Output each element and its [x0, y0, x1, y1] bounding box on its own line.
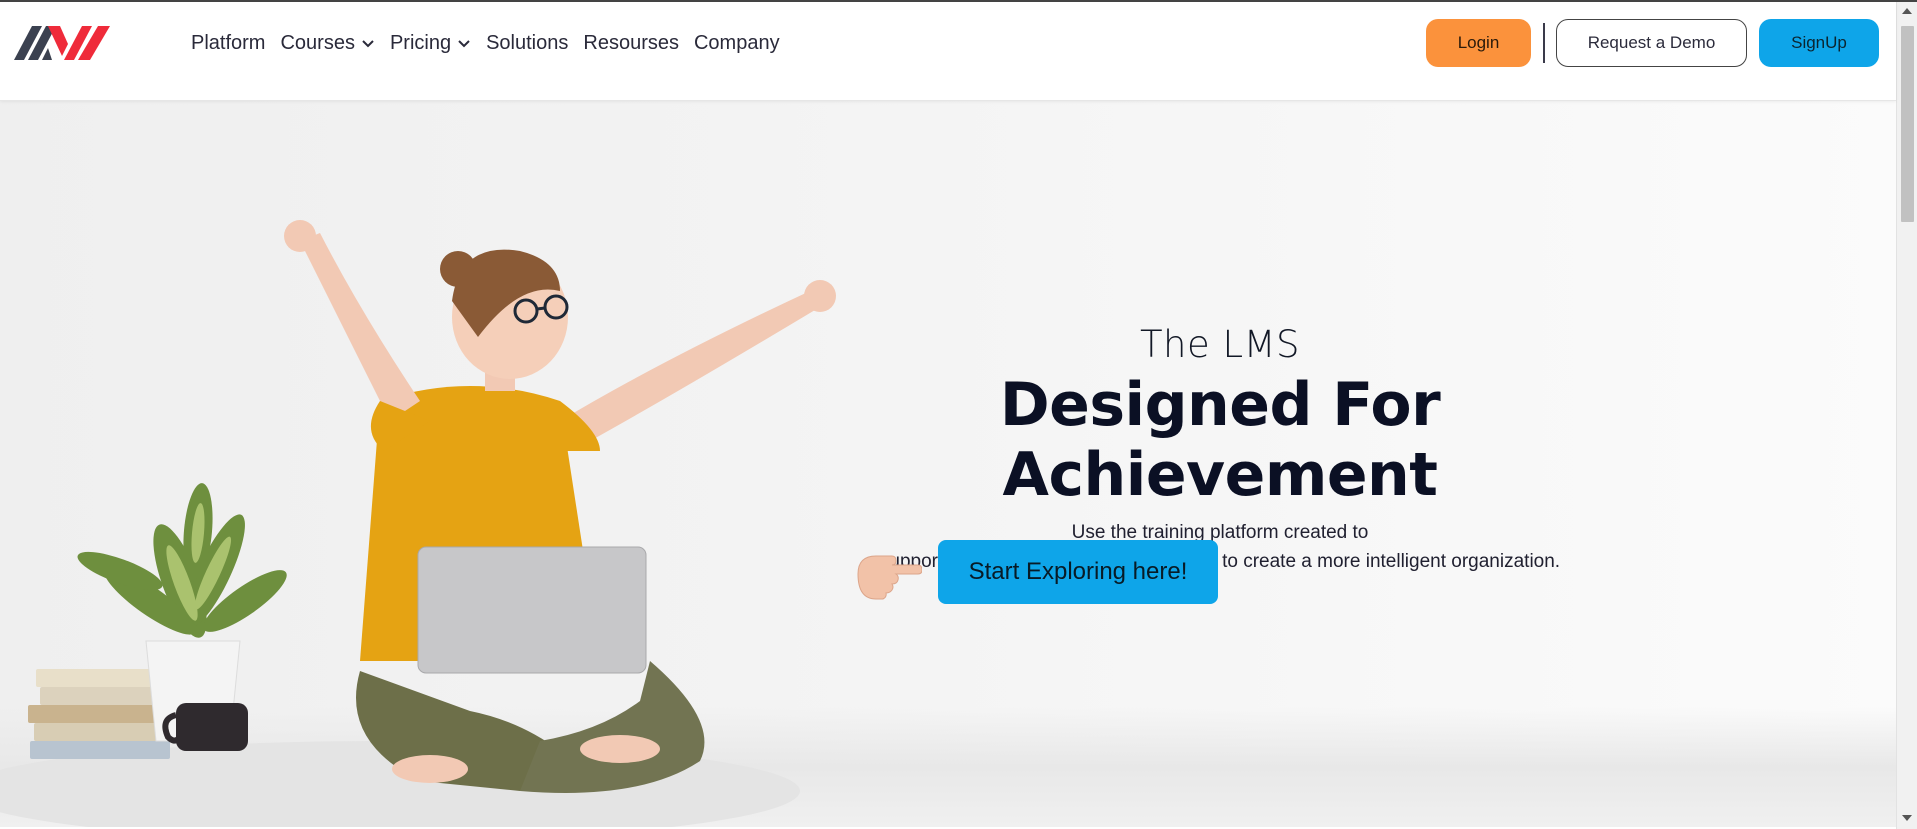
nav-item-courses[interactable]: Courses	[280, 32, 374, 55]
nav-item-label: Courses	[280, 31, 355, 54]
hero-eyebrow: The LMS	[1139, 323, 1301, 366]
start-exploring-button[interactable]: Start Exploring here!	[938, 540, 1218, 604]
pointing-hand-icon	[857, 555, 922, 600]
request-demo-button[interactable]: Request a Demo	[1556, 19, 1747, 67]
cta-row: Start Exploring here!	[852, 540, 1218, 604]
hero-section: The LMS Designed For Achievement Use the…	[0, 101, 1896, 827]
chevron-down-icon	[458, 40, 470, 48]
header-divider	[1543, 23, 1545, 63]
nav-item-platform[interactable]: Platform	[191, 32, 265, 55]
nav-item-label: Company	[693, 31, 780, 54]
login-button[interactable]: Login	[1426, 19, 1531, 67]
scroll-up-arrow-icon[interactable]	[1902, 8, 1912, 14]
site-header: Platform Courses Pricing Solutions Resou…	[0, 2, 1896, 101]
page-scrollbar[interactable]	[1896, 2, 1917, 829]
nav-item-pricing[interactable]: Pricing	[390, 32, 471, 55]
nav-item-solutions[interactable]: Solutions	[486, 32, 568, 55]
signup-button[interactable]: SignUp	[1759, 19, 1879, 67]
hero-headline: Designed For Achievement	[999, 370, 1441, 510]
chevron-down-icon	[362, 40, 374, 48]
hero-copy: The LMS Designed For Achievement Use the…	[800, 323, 1640, 576]
main-nav: Platform Courses Pricing Solutions Resou…	[191, 2, 780, 84]
woman-with-laptop-photo	[0, 220, 836, 827]
nav-item-label: Pricing	[389, 31, 452, 54]
brand-logo-icon[interactable]	[14, 22, 112, 62]
nav-item-label: Solutions	[486, 31, 569, 54]
scrollbar-thumb[interactable]	[1901, 26, 1914, 222]
scroll-down-arrow-icon[interactable]	[1902, 815, 1912, 821]
nav-item-label: Resourses	[583, 31, 679, 54]
nav-item-company[interactable]: Company	[694, 32, 780, 55]
nav-item-resources[interactable]: Resourses	[583, 32, 679, 55]
nav-item-label: Platform	[191, 31, 266, 54]
